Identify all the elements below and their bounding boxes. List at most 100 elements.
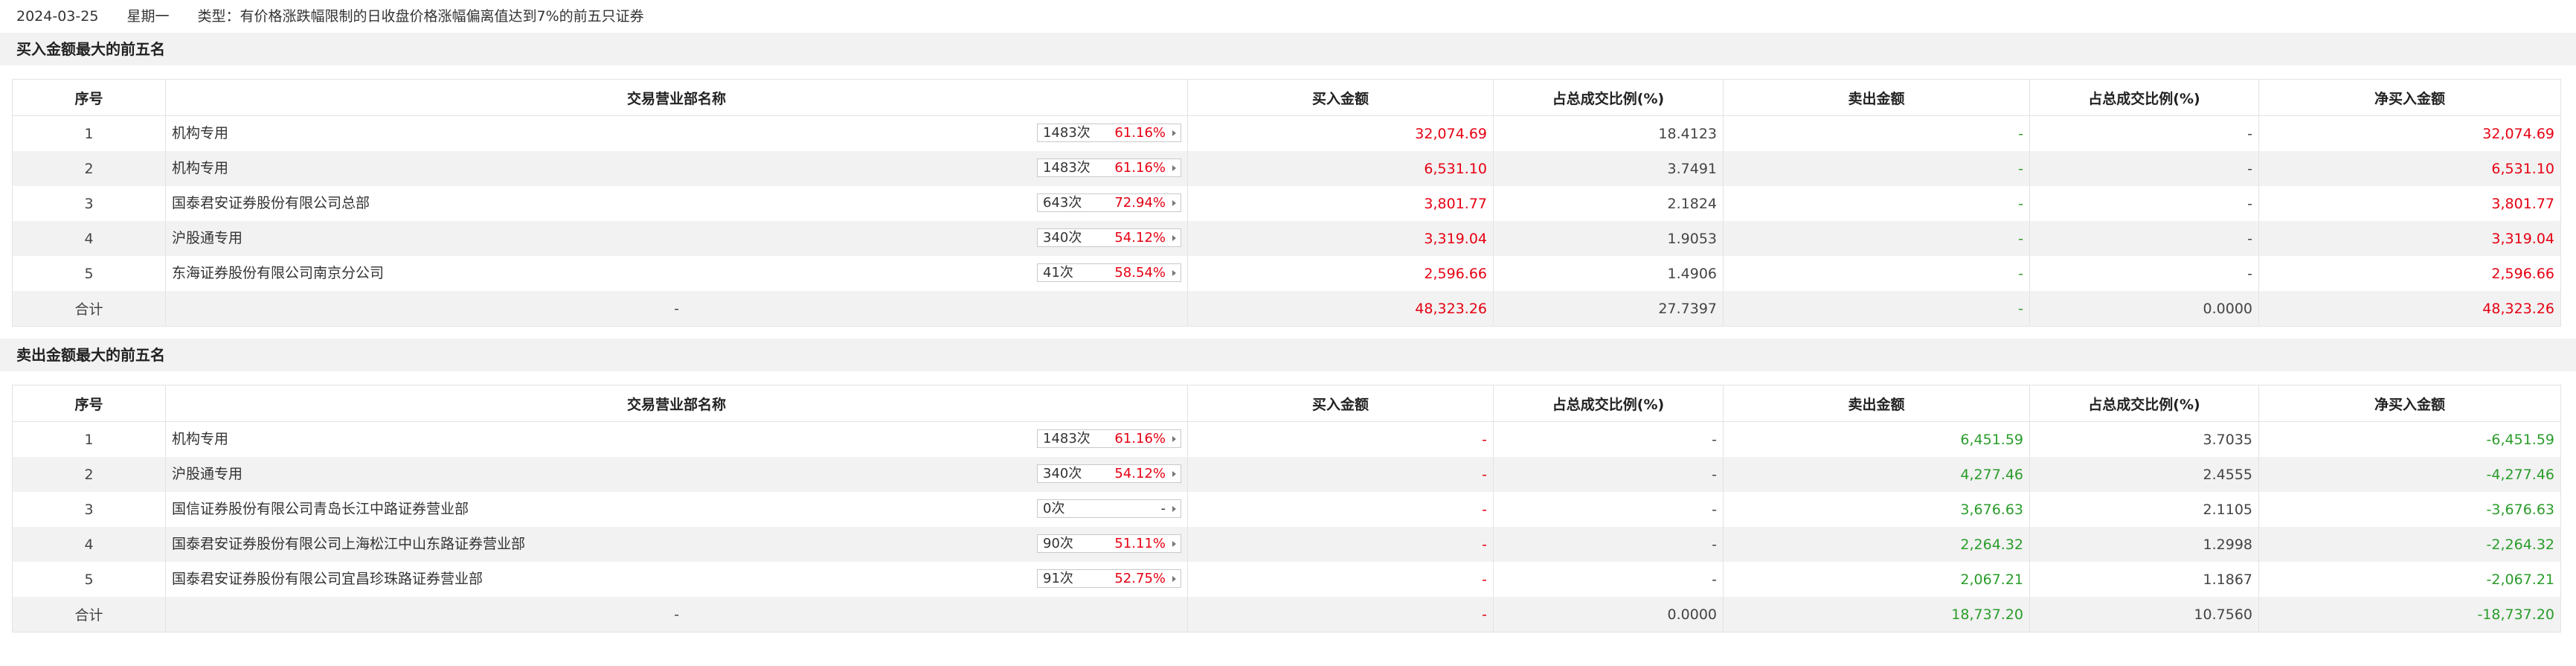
dept-stat-button[interactable]: 41次 58.54% bbox=[1037, 263, 1181, 282]
chevron-right-icon bbox=[1172, 471, 1176, 477]
buy-amount: - bbox=[1187, 421, 1494, 457]
appear-count: 90次 bbox=[1043, 536, 1073, 551]
chevron-right-icon bbox=[1172, 200, 1176, 206]
buy-amount: 6,531.10 bbox=[1187, 151, 1494, 186]
sell-amount: 2,067.21 bbox=[1723, 562, 2030, 597]
buy-amount: - bbox=[1187, 457, 1494, 492]
buy-amount: 3,319.04 bbox=[1187, 221, 1494, 256]
net-amount: 3,319.04 bbox=[2258, 221, 2561, 256]
rise-rate: 52.75% bbox=[1114, 571, 1166, 586]
appear-count: 1483次 bbox=[1043, 431, 1091, 446]
buy-amount: 2,596.66 bbox=[1187, 256, 1494, 291]
appear-count: 0次 bbox=[1043, 501, 1065, 516]
trade-date: 2024-03-25 bbox=[16, 8, 99, 25]
sell-amount: 2,264.32 bbox=[1723, 527, 2030, 562]
dept-stat-button[interactable]: 91次 52.75% bbox=[1037, 569, 1181, 588]
sell-amount: 3,676.63 bbox=[1723, 492, 2030, 527]
row-seq: 3 bbox=[12, 492, 166, 527]
dept-stat-button[interactable]: 340次 54.12% bbox=[1037, 228, 1181, 247]
buy-pct: 1.4906 bbox=[1493, 256, 1724, 291]
sell-pct: 1.2998 bbox=[2029, 527, 2259, 562]
dept-name[interactable]: 国泰君安证券股份有限公司上海松江中山东路证券营业部 bbox=[172, 527, 525, 562]
row-dept: 机构专用 1483次 61.16% bbox=[165, 115, 1188, 151]
sell-pct: - bbox=[2029, 186, 2259, 221]
row-seq: 1 bbox=[12, 115, 166, 151]
col-sell-pct: 占总成交比例(%) bbox=[2029, 79, 2259, 116]
rise-rate: 61.16% bbox=[1114, 160, 1166, 176]
dept-stat-button[interactable]: 90次 51.11% bbox=[1037, 534, 1181, 553]
chevron-right-icon bbox=[1172, 576, 1176, 582]
rise-rate: 61.16% bbox=[1114, 431, 1166, 446]
total-dept: - bbox=[165, 597, 1188, 633]
dept-name[interactable]: 国信证券股份有限公司青岛长江中路证券营业部 bbox=[172, 492, 469, 527]
total-net: 48,323.26 bbox=[2258, 291, 2561, 327]
dept-name[interactable]: 机构专用 bbox=[172, 151, 228, 186]
total-buy: - bbox=[1187, 597, 1494, 633]
weekday: 星期一 bbox=[126, 8, 170, 25]
total-buy-pct: 0.0000 bbox=[1493, 597, 1724, 633]
row-seq: 2 bbox=[12, 457, 166, 492]
table-row: 4 国泰君安证券股份有限公司上海松江中山东路证券营业部 90次 51.11% -… bbox=[12, 527, 2561, 562]
dept-stat-button[interactable]: 1483次 61.16% bbox=[1037, 159, 1181, 177]
appear-count: 340次 bbox=[1043, 466, 1082, 481]
buy-amount: - bbox=[1187, 562, 1494, 597]
buy-amount: - bbox=[1187, 492, 1494, 527]
list-type: 类型：有价格涨跌幅限制的日收盘价格涨幅偏离值达到7%的前五只证券 bbox=[197, 8, 644, 25]
dept-stat-button[interactable]: 1483次 61.16% bbox=[1037, 124, 1181, 142]
dept-name[interactable]: 沪股通专用 bbox=[172, 221, 242, 256]
total-row: 合计 - - 0.0000 18,737.20 10.7560 -18,737.… bbox=[12, 597, 2561, 633]
dept-name[interactable]: 沪股通专用 bbox=[172, 457, 242, 492]
col-buy-pct: 占总成交比例(%) bbox=[1493, 79, 1724, 116]
sell-section-title: 卖出金额最大的前五名 bbox=[0, 339, 2576, 371]
total-net: -18,737.20 bbox=[2258, 597, 2561, 633]
row-seq: 4 bbox=[12, 221, 166, 256]
sell-pct: - bbox=[2029, 256, 2259, 291]
net-amount: -4,277.46 bbox=[2258, 457, 2561, 492]
chevron-right-icon bbox=[1172, 235, 1176, 241]
row-seq: 1 bbox=[12, 421, 166, 457]
row-seq: 5 bbox=[12, 256, 166, 291]
appear-count: 1483次 bbox=[1043, 125, 1091, 141]
dept-stat-button[interactable]: 0次 - bbox=[1037, 499, 1181, 518]
chevron-right-icon bbox=[1172, 130, 1176, 136]
rise-rate: 61.16% bbox=[1114, 125, 1166, 141]
table-row: 5 东海证券股份有限公司南京分公司 41次 58.54% 2,596.66 1.… bbox=[12, 256, 2561, 291]
dept-name[interactable]: 机构专用 bbox=[172, 116, 228, 151]
dept-name[interactable]: 机构专用 bbox=[172, 422, 228, 457]
buy-amount: - bbox=[1187, 527, 1494, 562]
buy-pct: - bbox=[1493, 492, 1724, 527]
dept-name[interactable]: 国泰君安证券股份有限公司总部 bbox=[172, 186, 370, 221]
dept-stat-button[interactable]: 1483次 61.16% bbox=[1037, 429, 1181, 448]
col-dept: 交易营业部名称 bbox=[165, 385, 1188, 422]
info-bar: 2024-03-25 星期一 类型：有价格涨跌幅限制的日收盘价格涨幅偏离值达到7… bbox=[0, 0, 2576, 33]
row-dept: 国信证券股份有限公司青岛长江中路证券营业部 0次 - bbox=[165, 492, 1188, 527]
chevron-right-icon bbox=[1172, 270, 1176, 276]
appear-count: 91次 bbox=[1043, 571, 1073, 586]
buy-pct: - bbox=[1493, 527, 1724, 562]
rise-rate: 54.12% bbox=[1114, 466, 1166, 481]
buy-top5-table: 序号 交易营业部名称 买入金额 占总成交比例(%) 卖出金额 占总成交比例(%)… bbox=[12, 79, 2561, 327]
total-buy-pct: 27.7397 bbox=[1493, 291, 1724, 327]
rise-rate: 72.94% bbox=[1114, 195, 1166, 211]
dept-name[interactable]: 东海证券股份有限公司南京分公司 bbox=[172, 256, 384, 291]
rise-rate: 58.54% bbox=[1114, 265, 1166, 281]
total-label: 合计 bbox=[12, 597, 166, 633]
buy-section-title: 买入金额最大的前五名 bbox=[0, 33, 2576, 65]
col-dept: 交易营业部名称 bbox=[165, 79, 1188, 116]
dept-name[interactable]: 国泰君安证券股份有限公司宜昌珍珠路证券营业部 bbox=[172, 562, 483, 597]
sell-pct: 1.1867 bbox=[2029, 562, 2259, 597]
dept-stat-button[interactable]: 643次 72.94% bbox=[1037, 193, 1181, 212]
sell-pct: - bbox=[2029, 115, 2259, 151]
chevron-right-icon bbox=[1172, 506, 1176, 512]
dept-stat-button[interactable]: 340次 54.12% bbox=[1037, 464, 1181, 483]
chevron-right-icon bbox=[1172, 165, 1176, 171]
buy-pct: - bbox=[1493, 562, 1724, 597]
col-sell: 卖出金额 bbox=[1723, 385, 2030, 422]
table-header: 序号 交易营业部名称 买入金额 占总成交比例(%) 卖出金额 占总成交比例(%)… bbox=[12, 385, 2561, 422]
buy-pct: 18.4123 bbox=[1493, 115, 1724, 151]
row-dept: 国泰君安证券股份有限公司上海松江中山东路证券营业部 90次 51.11% bbox=[165, 527, 1188, 562]
sell-pct: 3.7035 bbox=[2029, 421, 2259, 457]
col-net: 净买入金额 bbox=[2258, 385, 2561, 422]
net-amount: 6,531.10 bbox=[2258, 151, 2561, 186]
row-dept: 沪股通专用 340次 54.12% bbox=[165, 457, 1188, 492]
